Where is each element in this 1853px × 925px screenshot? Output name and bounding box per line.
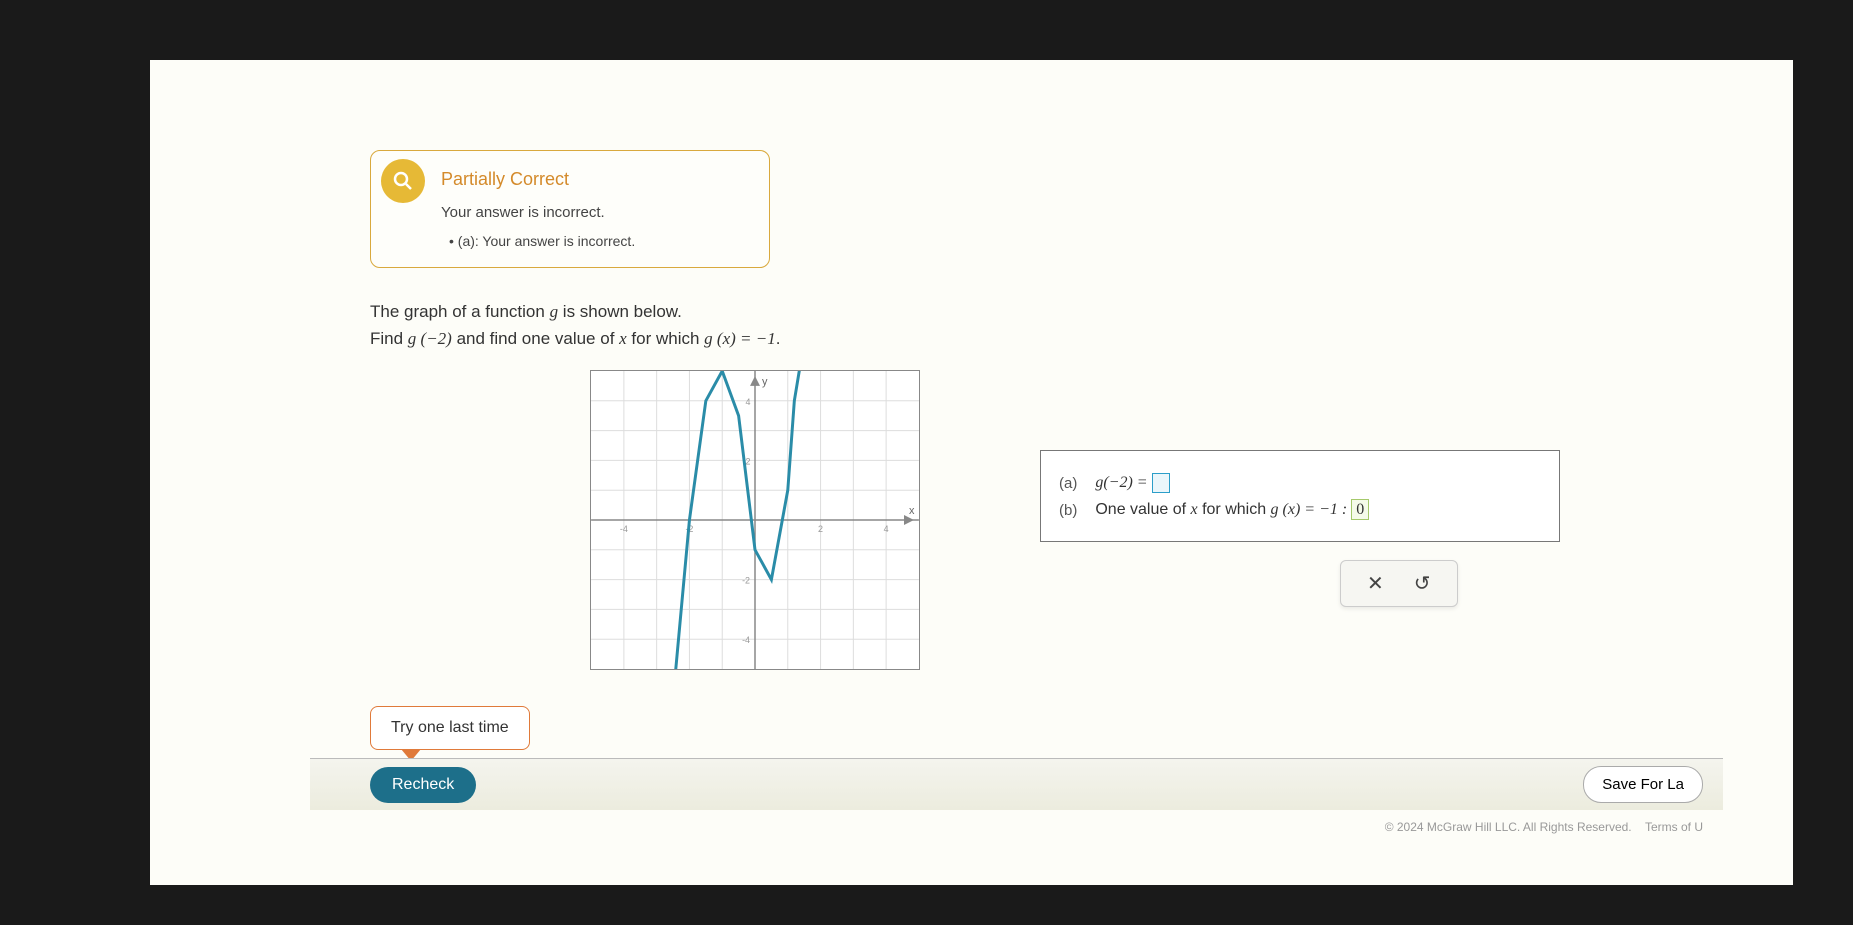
part-b-label: (b) bbox=[1059, 502, 1077, 519]
question-text: The graph of a function g is shown below… bbox=[370, 298, 1703, 352]
part-a-input[interactable] bbox=[1152, 473, 1170, 493]
action-button-group: ✕ ↺ bbox=[1340, 560, 1458, 607]
svg-text:-2: -2 bbox=[742, 576, 750, 586]
part-a-label: (a) bbox=[1059, 475, 1077, 492]
svg-text:y: y bbox=[762, 376, 768, 388]
answer-box: (a) g(−2) = (b) One value of x for which… bbox=[1040, 450, 1560, 542]
magnifier-icon bbox=[381, 159, 425, 203]
svg-text:-4: -4 bbox=[742, 636, 750, 646]
clear-button[interactable]: ✕ bbox=[1367, 571, 1384, 596]
svg-text:x: x bbox=[909, 505, 915, 517]
part-a-expr: g(−2) = bbox=[1095, 475, 1151, 492]
reset-icon: ↺ bbox=[1414, 573, 1431, 595]
close-icon: ✕ bbox=[1367, 573, 1384, 595]
bottom-toolbar: Recheck Save For La bbox=[310, 758, 1723, 810]
copyright-text: © 2024 McGraw Hill LLC. All Rights Reser… bbox=[1385, 820, 1703, 834]
recheck-button[interactable]: Recheck bbox=[370, 767, 476, 803]
feedback-bullet: (a): Your answer is incorrect. bbox=[463, 233, 747, 249]
svg-text:2: 2 bbox=[746, 457, 751, 467]
svg-text:4: 4 bbox=[746, 397, 751, 407]
terms-link[interactable]: Terms of U bbox=[1645, 820, 1703, 834]
feedback-subtitle: Your answer is incorrect. bbox=[441, 204, 747, 221]
part-b-input[interactable]: 0 bbox=[1351, 499, 1369, 520]
feedback-title: Partially Correct bbox=[441, 169, 747, 190]
function-graph: y x -4-2 24 24 -2-4 bbox=[590, 370, 920, 670]
svg-text:4: 4 bbox=[884, 524, 889, 534]
save-for-later-button[interactable]: Save For La bbox=[1583, 766, 1703, 803]
reset-button[interactable]: ↺ bbox=[1414, 571, 1431, 596]
svg-text:2: 2 bbox=[818, 524, 823, 534]
svg-text:-4: -4 bbox=[620, 524, 628, 534]
feedback-box: Partially Correct Your answer is incorre… bbox=[370, 150, 770, 268]
try-one-last-time-tooltip: Try one last time bbox=[370, 706, 530, 750]
